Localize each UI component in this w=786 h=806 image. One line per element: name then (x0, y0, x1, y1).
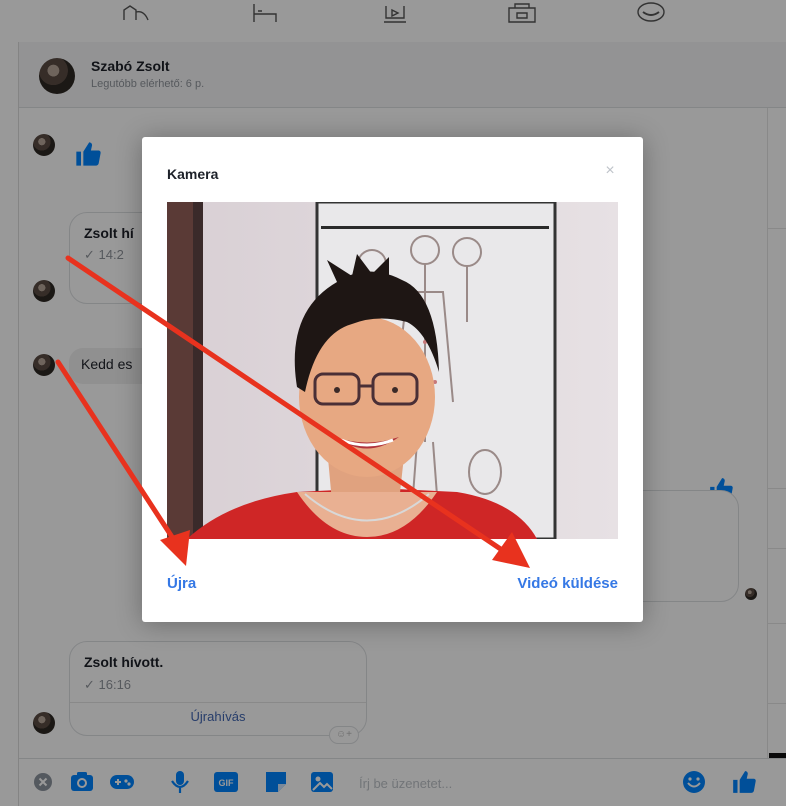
camera-dialog: Kamera × Újra Videó küldése (142, 137, 643, 622)
dialog-title: Kamera (167, 166, 219, 182)
camera-preview (167, 202, 618, 539)
retry-button[interactable]: Újra (167, 575, 196, 592)
send-video-button[interactable]: Videó küldése (517, 575, 618, 592)
close-dialog-button[interactable]: × (600, 161, 620, 181)
